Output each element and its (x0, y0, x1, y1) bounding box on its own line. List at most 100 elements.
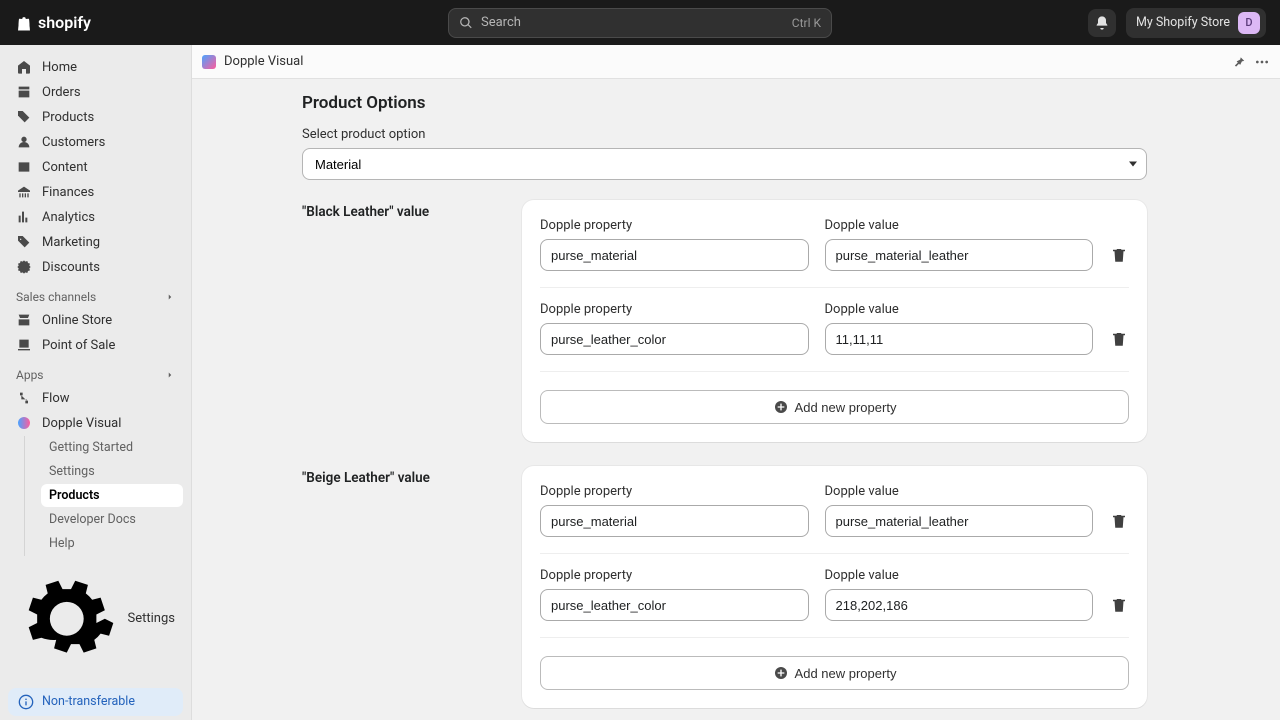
more-icon[interactable] (1254, 54, 1270, 70)
value-label: Dopple value (825, 484, 1094, 499)
dopple-icon (16, 415, 32, 431)
topbar: shopify Search Ctrl K My Shopify Store D (0, 0, 1280, 45)
trash-icon (1110, 512, 1128, 530)
property-row: Dopple property Dopple value (540, 218, 1129, 287)
analytics-icon (16, 209, 32, 225)
sidebar-item-analytics[interactable]: Analytics (8, 205, 183, 229)
sidebar-section-label: Apps (16, 368, 44, 382)
bell-icon (1094, 15, 1110, 31)
dopple-property-input[interactable] (540, 323, 809, 355)
option-value-title: "Beige Leather" value (302, 466, 502, 708)
option-value-block: "Black Leather" valueDopple propertyDopp… (302, 200, 1147, 442)
property-label: Dopple property (540, 302, 809, 317)
sidebar-item-products[interactable]: Products (8, 105, 183, 129)
dopple-value-input[interactable] (825, 505, 1094, 537)
sidebar-item-orders[interactable]: Orders (8, 80, 183, 104)
option-value-block: "Beige Leather" valueDopple propertyDopp… (302, 466, 1147, 708)
product-option-select[interactable]: Material (302, 148, 1147, 180)
sidebar-item-customers[interactable]: Customers (8, 130, 183, 154)
value-label: Dopple value (825, 218, 1094, 233)
sidebar-item-label: Dopple Visual (42, 416, 121, 431)
sidebar-item-discounts[interactable]: Discounts (8, 255, 183, 279)
dopple-property-input[interactable] (540, 589, 809, 621)
delete-property-button[interactable] (1109, 239, 1129, 271)
dopple-property-input[interactable] (540, 505, 809, 537)
property-label: Dopple property (540, 218, 809, 233)
sidebar-settings[interactable]: Settings (8, 564, 183, 674)
delete-property-button[interactable] (1109, 589, 1129, 621)
sidebar-item-content[interactable]: Content (8, 155, 183, 179)
sidebar-item-label: Finances (42, 185, 94, 200)
store-name: My Shopify Store (1136, 15, 1230, 30)
trash-icon (1110, 246, 1128, 264)
delete-property-button[interactable] (1109, 323, 1129, 355)
sidebar-item-finances[interactable]: Finances (8, 180, 183, 204)
value-label: Dopple value (825, 568, 1094, 583)
dopple-value-input[interactable] (825, 323, 1094, 355)
store-switcher[interactable]: My Shopify Store D (1126, 8, 1266, 38)
non-transferable-pill[interactable]: Non-transferable (8, 688, 183, 716)
dopple-value-input[interactable] (825, 239, 1094, 271)
search-input[interactable]: Search Ctrl K (448, 8, 832, 38)
flow-icon (16, 390, 32, 406)
property-row: Dopple property Dopple value (540, 287, 1129, 371)
app-name: Dopple Visual (224, 54, 303, 69)
sidebar-section-channels[interactable]: Sales channels (0, 280, 191, 308)
sidebar-section-label: Sales channels (16, 290, 96, 304)
sidebar-channel-online-store[interactable]: Online Store (8, 308, 183, 332)
orders-icon (16, 84, 32, 100)
info-icon (18, 694, 34, 710)
sidebar-channel-pos[interactable]: Point of Sale (8, 333, 183, 357)
sidebar-item-label: Flow (42, 391, 70, 406)
sidebar-item-label: Content (42, 160, 88, 175)
add-property-label: Add new property (795, 666, 897, 681)
pin-icon[interactable] (1232, 55, 1246, 69)
option-value-card: Dopple propertyDopple valueDopple proper… (522, 466, 1147, 708)
subnav-help[interactable]: Help (41, 532, 183, 555)
sidebar-item-marketing[interactable]: Marketing (8, 230, 183, 254)
sidebar-item-label: Marketing (42, 235, 100, 250)
sidebar-item-label: Analytics (42, 210, 95, 225)
trash-icon (1110, 596, 1128, 614)
sidebar-section-apps[interactable]: Apps (0, 358, 191, 386)
subnav-developer-docs[interactable]: Developer Docs (41, 508, 183, 531)
sidebar-item-label: Customers (42, 135, 105, 150)
dopple-value-input[interactable] (825, 589, 1094, 621)
plus-circle-icon (773, 399, 789, 415)
content-scroll[interactable]: Product Options Select product option Ma… (192, 79, 1280, 720)
pill-label: Non-transferable (42, 694, 135, 709)
subnav-settings[interactable]: Settings (41, 460, 183, 483)
logo-text: shopify (38, 13, 91, 32)
main: Dopple Visual Product Options Select pro… (192, 45, 1280, 720)
sidebar-app-dopple[interactable]: Dopple Visual (8, 411, 183, 435)
sidebar-item-label: Orders (42, 85, 81, 100)
customers-icon (16, 134, 32, 150)
chevron-right-icon (165, 370, 175, 380)
delete-property-button[interactable] (1109, 505, 1129, 537)
app-icon (202, 55, 216, 69)
subnav-products[interactable]: Products (41, 484, 183, 507)
subnav-getting-started[interactable]: Getting Started (41, 436, 183, 459)
sidebar-item-label: Discounts (42, 260, 100, 275)
home-icon (16, 59, 32, 75)
pos-icon (16, 337, 32, 353)
products-icon (16, 109, 32, 125)
add-property-button[interactable]: Add new property (540, 656, 1129, 690)
dopple-property-input[interactable] (540, 239, 809, 271)
property-label: Dopple property (540, 568, 809, 583)
page-title: Product Options (302, 93, 1147, 113)
avatar: D (1238, 12, 1260, 34)
add-property-button[interactable]: Add new property (540, 390, 1129, 424)
notifications-button[interactable] (1088, 9, 1116, 37)
value-label: Dopple value (825, 302, 1094, 317)
shopify-logo[interactable]: shopify (14, 12, 91, 34)
property-row: Dopple property Dopple value (540, 553, 1129, 637)
sidebar-item-home[interactable]: Home (8, 55, 183, 79)
marketing-icon (16, 234, 32, 250)
select-label: Select product option (302, 127, 1147, 142)
chevron-right-icon (165, 292, 175, 302)
property-label: Dopple property (540, 484, 809, 499)
plus-circle-icon (773, 665, 789, 681)
search-shortcut: Ctrl K (792, 16, 821, 30)
sidebar-app-flow[interactable]: Flow (8, 386, 183, 410)
